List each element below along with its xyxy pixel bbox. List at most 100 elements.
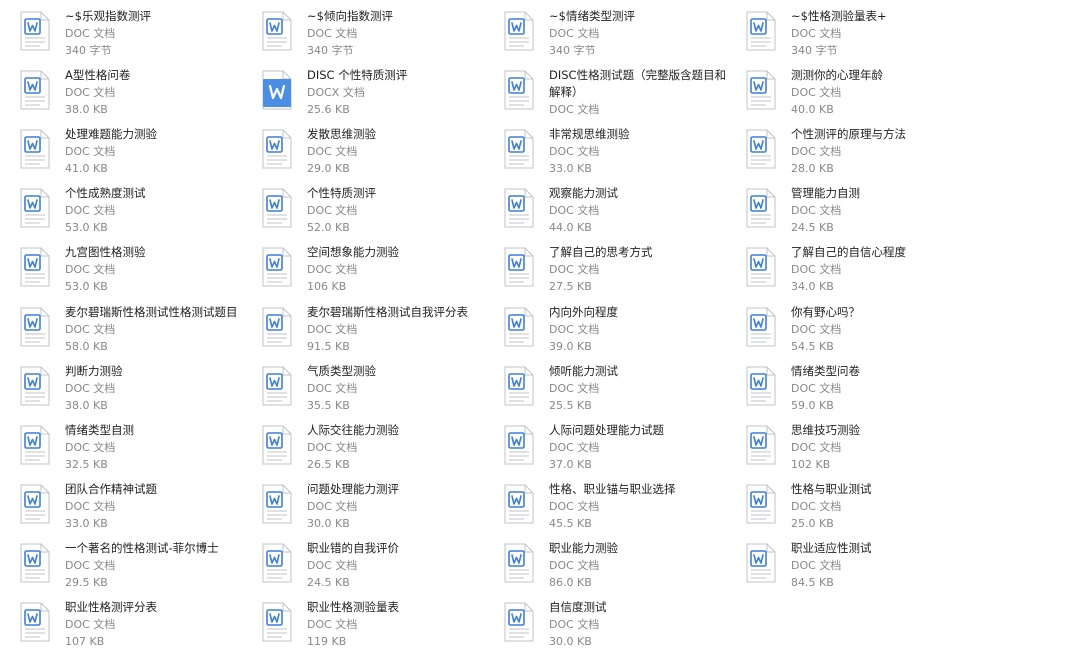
word-doc-icon bbox=[504, 366, 534, 406]
file-size: 29.0 KB bbox=[307, 162, 350, 176]
file-name: 性格、职业锚与职业选择 bbox=[549, 481, 676, 496]
file-size: 25.6 KB bbox=[307, 103, 350, 117]
file-item[interactable]: 情绪类型问卷 DOC 文档 59.0 KB bbox=[726, 360, 966, 416]
file-name: 职业性格测验量表 bbox=[307, 600, 399, 614]
file-item[interactable]: ~$情绪类型测评 DOC 文档 340 字节 bbox=[484, 5, 724, 61]
file-item[interactable]: A型性格问卷 DOC 文档 38.0 KB bbox=[0, 64, 240, 120]
file-name: ~$性格测验量表+ bbox=[791, 9, 887, 23]
file-item[interactable]: 职业适应性测试 DOC 文档 84.5 KB bbox=[726, 537, 966, 593]
file-item[interactable]: ~$倾向指数测评 DOC 文档 340 字节 bbox=[242, 5, 482, 61]
word-doc-icon bbox=[262, 484, 292, 524]
word-doc-icon bbox=[746, 307, 776, 347]
file-item[interactable]: 职业能力测验 DOC 文档 86.0 KB bbox=[484, 537, 724, 593]
file-type: DOC 文档 bbox=[65, 27, 116, 40]
file-name: 一个著名的性格测试-菲尔博士 bbox=[65, 540, 219, 555]
file-type: DOC 文档 bbox=[307, 499, 358, 513]
word-doc-icon bbox=[20, 70, 50, 110]
file-item[interactable]: 性格与职业测试 DOC 文档 25.0 KB bbox=[726, 478, 966, 534]
file-item[interactable]: 了解自己的自信心程度 DOC 文档 34.0 KB bbox=[726, 241, 966, 297]
file-type: DOC 文档 bbox=[307, 381, 358, 395]
file-size: 45.5 KB bbox=[549, 516, 592, 530]
file-item[interactable]: 问题处理能力测评 DOC 文档 30.0 KB bbox=[242, 478, 482, 534]
file-size: 340 字节 bbox=[549, 44, 596, 57]
file-item[interactable]: 管理能力自测 DOC 文档 24.5 KB bbox=[726, 182, 966, 238]
file-item[interactable]: 思维技巧测验 DOC 文档 102 KB bbox=[726, 419, 966, 475]
file-type: DOC 文档 bbox=[549, 103, 600, 117]
file-size: 24.5 KB bbox=[307, 575, 350, 589]
file-size: 24.5 KB bbox=[791, 221, 834, 235]
file-item[interactable]: 人际交往能力测验 DOC 文档 26.5 KB bbox=[242, 419, 482, 475]
file-item[interactable]: 个性特质测评 DOC 文档 52.0 KB bbox=[242, 182, 482, 238]
file-size: 84.5 KB bbox=[791, 575, 834, 589]
file-name: 管理能力自测 bbox=[791, 186, 860, 201]
file-name: 职业性格测评分表 bbox=[65, 600, 157, 614]
file-type: DOC 文档 bbox=[65, 558, 116, 572]
file-item[interactable]: 处理难题能力测验 DOC 文档 41.0 KB bbox=[0, 123, 240, 179]
file-item[interactable]: 情绪类型自测 DOC 文档 32.5 KB bbox=[0, 419, 240, 475]
word-doc-icon bbox=[746, 484, 776, 524]
file-item[interactable]: 你有野心吗？ DOC 文档 54.5 KB bbox=[726, 301, 966, 357]
word-doc-icon bbox=[746, 425, 776, 465]
file-size: 37.0 KB bbox=[549, 457, 592, 471]
file-item[interactable]: 气质类型测验 DOC 文档 35.5 KB bbox=[242, 360, 482, 416]
file-type: DOCX 文档 bbox=[307, 86, 365, 100]
file-item[interactable]: 个性成熟度测试 DOC 文档 53.0 KB bbox=[0, 182, 240, 238]
file-name: 自信度测试 bbox=[549, 600, 607, 614]
file-item[interactable]: 空间想象能力测验 DOC 文档 106 KB bbox=[242, 241, 482, 297]
file-item[interactable]: 发散思维测验 DOC 文档 29.0 KB bbox=[242, 123, 482, 179]
file-name: 人际问题处理能力试题 bbox=[549, 422, 664, 437]
word-doc-icon bbox=[504, 484, 534, 524]
file-item[interactable]: 人际问题处理能力试题 DOC 文档 37.0 KB bbox=[484, 419, 724, 475]
file-size: 340 字节 bbox=[791, 44, 838, 57]
word-doc-icon bbox=[504, 307, 534, 347]
file-name: 空间想象能力测验 bbox=[307, 245, 399, 260]
file-item[interactable]: 麦尔碧瑞斯性格测试性格测试题目 DOC 文档 58.0 KB bbox=[0, 301, 240, 357]
file-name: ~$倾向指数测评 bbox=[307, 9, 393, 23]
file-name: 观察能力测试 bbox=[549, 186, 618, 201]
file-item[interactable]: DISC性格测试题（完整版含题目和解释） DOC 文档 bbox=[484, 64, 727, 120]
file-item[interactable]: DISC 个性特质测评 DOCX 文档 25.6 KB bbox=[242, 64, 482, 120]
file-item[interactable]: 性格、职业锚与职业选择 DOC 文档 45.5 KB bbox=[484, 478, 724, 534]
word-doc-icon bbox=[504, 543, 534, 583]
file-item[interactable]: ~$乐观指数测评 DOC 文档 340 字节 bbox=[0, 5, 240, 61]
file-item[interactable]: ~$性格测验量表+ DOC 文档 340 字节 bbox=[726, 5, 966, 61]
file-item[interactable]: 个性测评的原理与方法 DOC 文档 28.0 KB bbox=[726, 123, 966, 179]
file-size: 41.0 KB bbox=[65, 162, 108, 176]
file-item[interactable]: 自信度测试 DOC 文档 30.0 KB bbox=[484, 596, 724, 651]
file-item[interactable]: 了解自己的思考方式 DOC 文档 27.5 KB bbox=[484, 241, 724, 297]
word-doc-icon bbox=[504, 188, 534, 228]
file-item[interactable]: 观察能力测试 DOC 文档 44.0 KB bbox=[484, 182, 724, 238]
file-item[interactable]: 倾听能力测试 DOC 文档 25.5 KB bbox=[484, 360, 724, 416]
file-size: 25.0 KB bbox=[791, 516, 834, 530]
file-name: 了解自己的自信心程度 bbox=[791, 245, 906, 260]
file-name: 性格与职业测试 bbox=[791, 481, 872, 496]
file-size: 29.5 KB bbox=[65, 575, 108, 589]
file-item[interactable]: 测测你的心理年龄 DOC 文档 40.0 KB bbox=[726, 64, 966, 120]
file-type: DOC 文档 bbox=[791, 499, 842, 513]
word-doc-icon bbox=[262, 602, 292, 642]
word-doc-icon bbox=[504, 129, 534, 169]
file-item[interactable]: 判断力测验 DOC 文档 38.0 KB bbox=[0, 360, 240, 416]
file-size: 86.0 KB bbox=[549, 575, 592, 589]
file-size: 340 字节 bbox=[65, 44, 112, 57]
file-type: DOC 文档 bbox=[65, 204, 116, 218]
file-item[interactable]: 九宫图性格测验 DOC 文档 53.0 KB bbox=[0, 241, 240, 297]
file-type: DOC 文档 bbox=[307, 558, 358, 572]
file-item[interactable]: 职业性格测验量表 DOC 文档 119 KB bbox=[242, 596, 482, 651]
file-type: DOC 文档 bbox=[65, 618, 116, 631]
file-item[interactable]: 非常规思维测验 DOC 文档 33.0 KB bbox=[484, 123, 724, 179]
file-item[interactable]: 内向外向程度 DOC 文档 39.0 KB bbox=[484, 301, 724, 357]
file-item[interactable]: 团队合作精神试题 DOC 文档 33.0 KB bbox=[0, 478, 240, 534]
file-name: 了解自己的思考方式 bbox=[549, 245, 653, 260]
file-item[interactable]: 职业错的自我评价 DOC 文档 24.5 KB bbox=[242, 537, 482, 593]
file-item[interactable]: 一个著名的性格测试-菲尔博士 DOC 文档 29.5 KB bbox=[0, 537, 240, 593]
file-type: DOC 文档 bbox=[65, 86, 116, 100]
file-item[interactable]: 职业性格测评分表 DOC 文档 107 KB bbox=[0, 596, 240, 651]
file-item[interactable]: 麦尔碧瑞斯性格测试自我评分表 DOC 文档 91.5 KB bbox=[242, 301, 482, 357]
file-name: 判断力测验 bbox=[65, 363, 123, 378]
file-type: DOC 文档 bbox=[791, 145, 842, 159]
file-size: 40.0 KB bbox=[791, 103, 834, 117]
file-name: DISC性格测试题（完整版含题目和解释） bbox=[549, 68, 727, 100]
file-name: 团队合作精神试题 bbox=[65, 481, 157, 496]
file-name: ~$情绪类型测评 bbox=[549, 9, 635, 23]
